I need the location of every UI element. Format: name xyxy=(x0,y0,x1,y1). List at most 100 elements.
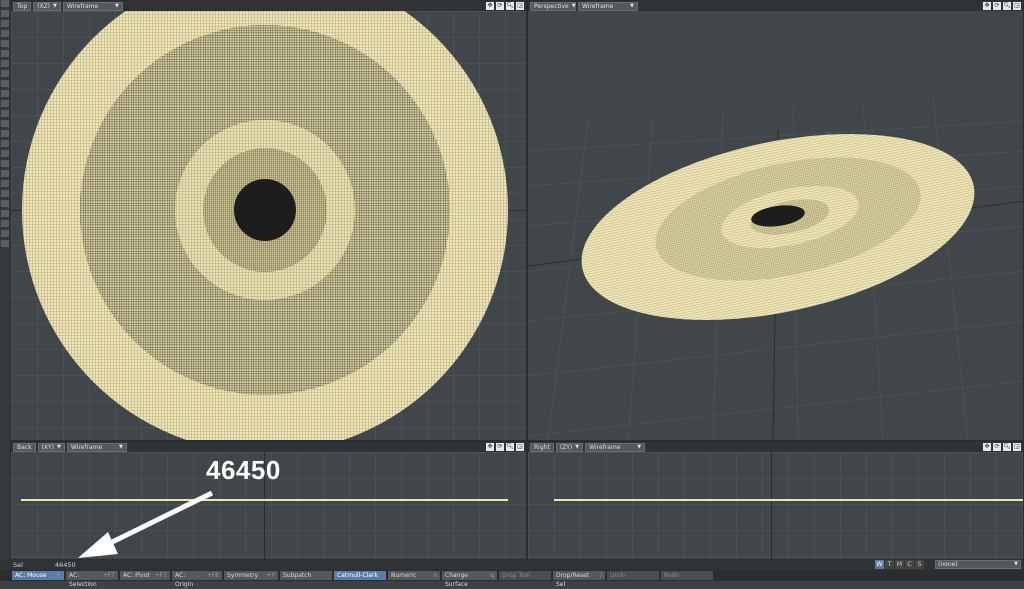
render-mode-select[interactable]: Wireframe ▼ xyxy=(585,442,646,452)
strip-button[interactable] xyxy=(1,170,9,177)
toggle-c[interactable]: C xyxy=(905,560,914,569)
toolbar-button-ac-pivot[interactable]: AC: Pivot +F7 xyxy=(120,571,170,580)
zoom-icon[interactable]: 🔍︎ xyxy=(506,2,514,10)
strip-button[interactable] xyxy=(1,130,9,137)
toolbar-button-drop-tool[interactable]: Drop Tool xyxy=(499,571,551,580)
viewport-controls: ✥ ⟳ 🔍︎ ◲ xyxy=(486,443,524,451)
rotate-icon[interactable]: ⟳ xyxy=(993,443,1001,451)
viewport-right[interactable]: Right (ZY) ▼ Wireframe ▼ ✥ ⟳ 🔍︎ ◲ xyxy=(527,441,1024,560)
shortcut-key: n xyxy=(433,572,437,579)
view-select[interactable]: Right xyxy=(530,442,554,452)
toolbar-button-redo[interactable]: Redo xyxy=(661,571,713,580)
rotate-icon[interactable]: ⟳ xyxy=(496,2,504,10)
toolbar-button-ac-origin[interactable]: AC: Origin +F8 xyxy=(172,571,222,588)
chevron-down-icon: ▼ xyxy=(637,443,642,450)
disc-edge-line xyxy=(554,499,1023,501)
view-select[interactable]: Top xyxy=(13,1,32,11)
shortcut-key: +Y xyxy=(266,572,275,579)
toolbar-button-label: AC: Pivot xyxy=(123,572,150,579)
maximize-icon[interactable]: ◲ xyxy=(516,443,524,451)
strip-button[interactable] xyxy=(1,220,9,227)
toolbar-button-numeric[interactable]: Numeric n xyxy=(388,571,440,580)
toolbar-button-label: Symmetry xyxy=(227,572,259,579)
strip-button[interactable] xyxy=(1,60,9,67)
viewport-header: Right (ZY) ▼ Wireframe ▼ ✥ ⟳ 🔍︎ ◲ xyxy=(528,442,1023,452)
viewport-perspective[interactable]: Perspective ▼ Wireframe ▼ ✥ ⟳ 🔍︎ ◲ xyxy=(527,0,1024,441)
strip-button[interactable] xyxy=(1,200,9,207)
toolbar-button-drop-reset-sel[interactable]: Drop/Reset Sel / xyxy=(553,571,605,588)
view-select[interactable]: Back xyxy=(13,442,36,452)
viewport-header: Top (XZ) ▼ Wireframe ▼ ✥ ⟳ 🔍︎ ◲ xyxy=(11,1,526,11)
rotate-icon[interactable]: ⟳ xyxy=(496,443,504,451)
render-mode-select[interactable]: Wireframe ▼ xyxy=(62,1,123,11)
strip-button[interactable] xyxy=(1,240,9,247)
axes-label: (ZY) xyxy=(559,443,573,451)
toolbar-button-symmetry[interactable]: Symmetry +Y xyxy=(224,571,278,580)
chevron-down-icon: ▼ xyxy=(575,443,580,450)
strip-button[interactable] xyxy=(1,0,9,7)
toolbar-button-change-surface[interactable]: Change Surface q xyxy=(442,571,497,588)
toggle-m[interactable]: M xyxy=(895,560,904,569)
strip-button[interactable] xyxy=(1,230,9,237)
strip-button[interactable] xyxy=(1,30,9,37)
toggle-t[interactable]: T xyxy=(885,560,894,569)
move-icon[interactable]: ✥ xyxy=(983,443,991,451)
axes-select[interactable]: (XZ) ▼ xyxy=(33,1,61,11)
strip-button[interactable] xyxy=(1,90,9,97)
toolbar-button-subpatch[interactable]: Subpatch xyxy=(280,571,332,580)
y-axis-line xyxy=(771,452,772,559)
toolbar-button-undo[interactable]: Undo xyxy=(607,571,659,580)
toolbar-button-ac-mouse[interactable]: AC: Mouse + xyxy=(12,571,64,580)
render-mode-select[interactable]: Wireframe ▼ xyxy=(578,1,638,11)
zoom-icon[interactable]: 🔍︎ xyxy=(1003,443,1011,451)
strip-button[interactable] xyxy=(1,150,9,157)
axes-select[interactable]: (XY) ▼ xyxy=(37,442,65,452)
toggle-w[interactable]: W xyxy=(875,560,884,569)
zoom-icon[interactable]: 🔍︎ xyxy=(506,443,514,451)
render-mode-label: Wireframe xyxy=(582,2,614,10)
strip-button[interactable] xyxy=(1,20,9,27)
maximize-icon[interactable]: ◲ xyxy=(516,2,524,10)
view-label: Perspective xyxy=(534,2,569,10)
strip-button[interactable] xyxy=(1,160,9,167)
maximize-icon[interactable]: ◲ xyxy=(1013,443,1021,451)
view-label: Back xyxy=(17,443,32,451)
viewport-controls: ✥ ⟳ 🔍︎ ◲ xyxy=(983,443,1021,451)
wtmcs-toggles: W T M C S xyxy=(875,560,924,569)
selection-count: 46450 xyxy=(55,561,76,569)
move-icon[interactable]: ✥ xyxy=(486,2,494,10)
chevron-down-icon: ▼ xyxy=(571,2,576,9)
zoom-icon[interactable]: 🔍︎ xyxy=(1003,2,1011,10)
toolbar-button-label: Numeric xyxy=(391,572,417,579)
toggle-s[interactable]: S xyxy=(915,560,924,569)
strip-button[interactable] xyxy=(1,10,9,17)
maximize-icon[interactable]: ◲ xyxy=(1013,2,1021,10)
strip-button[interactable] xyxy=(1,100,9,107)
viewport-top[interactable]: Top (XZ) ▼ Wireframe ▼ ✥ ⟳ 🔍︎ ◲ xyxy=(10,0,527,441)
strip-button[interactable] xyxy=(1,140,9,147)
axes-select[interactable]: (ZY) ▼ xyxy=(555,442,584,452)
rotate-icon[interactable]: ⟳ xyxy=(993,2,1001,10)
chevron-down-icon: ▼ xyxy=(115,2,119,9)
strip-button[interactable] xyxy=(1,190,9,197)
toolbar-button-ac-selection[interactable]: AC: Selection +F7 xyxy=(66,571,118,588)
viewport-header: Perspective ▼ Wireframe ▼ ✥ ⟳ 🔍︎ ◲ xyxy=(528,1,1023,11)
chevron-down-icon: ▼ xyxy=(53,2,57,9)
strip-button[interactable] xyxy=(1,180,9,187)
view-select[interactable]: Perspective ▼ xyxy=(530,1,576,11)
strip-button[interactable] xyxy=(1,50,9,57)
strip-button[interactable] xyxy=(1,120,9,127)
toolbar-button-label: Undo xyxy=(610,572,626,579)
surface-select[interactable]: (none) ▼ xyxy=(935,560,1021,569)
strip-button[interactable] xyxy=(1,40,9,47)
render-mode-select[interactable]: Wireframe ▼ xyxy=(66,442,127,452)
move-icon[interactable]: ✥ xyxy=(983,2,991,10)
strip-button[interactable] xyxy=(1,80,9,87)
strip-button[interactable] xyxy=(1,70,9,77)
move-icon[interactable]: ✥ xyxy=(486,443,494,451)
strip-button[interactable] xyxy=(1,110,9,117)
strip-button[interactable] xyxy=(1,210,9,217)
toolbar-button-label: AC: Selection xyxy=(69,572,97,588)
toolbar-button-catmull-clark[interactable]: Catmull-Clark xyxy=(334,571,386,580)
toolbar-button-label: Drop Tool xyxy=(502,572,530,579)
